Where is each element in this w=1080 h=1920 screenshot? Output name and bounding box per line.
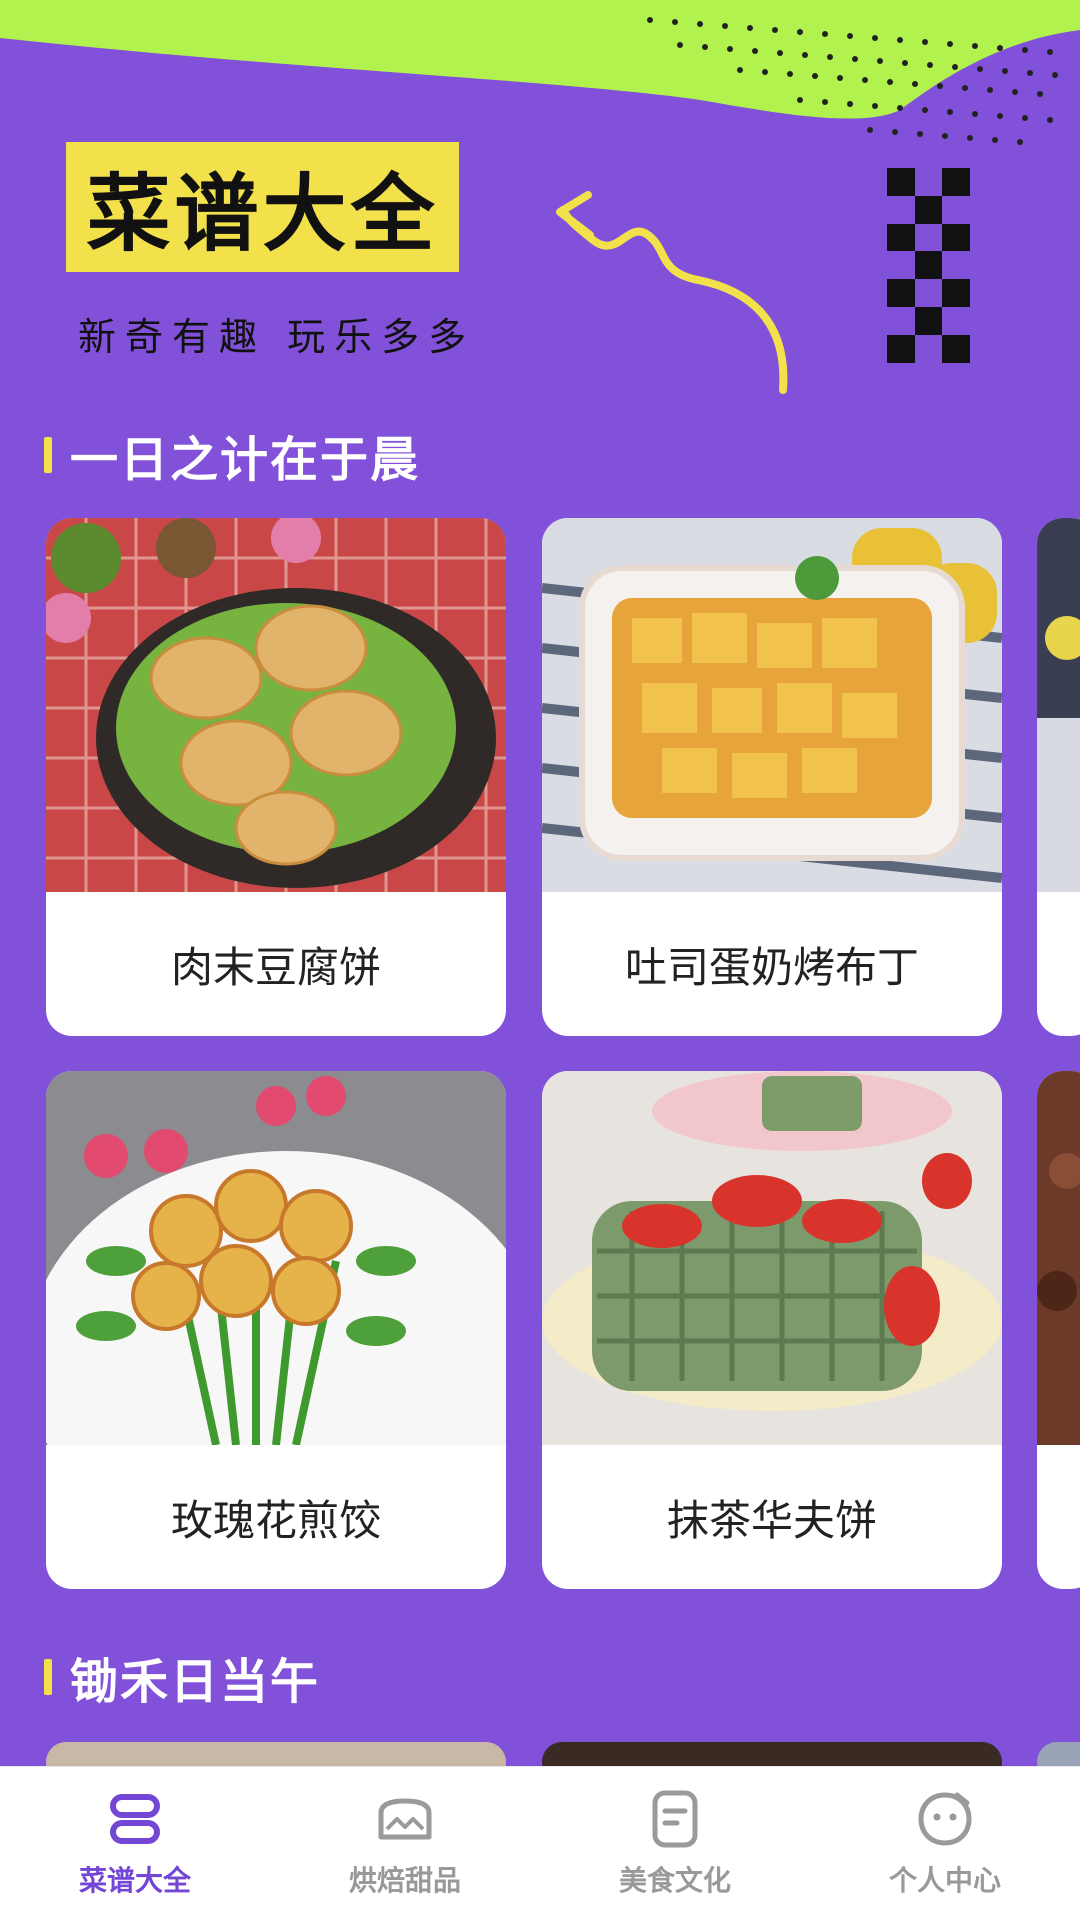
tab-label: 菜谱大全 [78, 1864, 191, 1897]
section-title-text: 一日之计在于晨 [70, 432, 421, 488]
recipe-photo [542, 1071, 1002, 1445]
tab-bakery[interactable]: 烘焙甜品 [270, 1767, 540, 1899]
profile-face-icon [918, 1792, 972, 1846]
logo-text: 菜谱大全 [86, 164, 439, 263]
section-title-morning: 一日之计在于晨 [44, 420, 420, 490]
section-marker [44, 437, 52, 473]
tab-label: 个人中心 [888, 1864, 1001, 1897]
recipe-name: 肉末豆腐饼 [170, 942, 381, 992]
recipe-name: 抹茶华夫饼 [666, 1495, 877, 1545]
tagline: 新奇有趣 玩乐多多 [78, 315, 476, 359]
section-title-noon: 锄禾日当午 [44, 1642, 320, 1712]
recipe-photo [46, 1071, 506, 1445]
recipe-card-rose-dumplings[interactable]: 玫瑰花煎饺 [46, 1071, 506, 1589]
section-marker [44, 1659, 52, 1695]
recipe-photo [46, 518, 506, 892]
tab-profile[interactable]: 个人中心 [810, 1767, 1080, 1899]
bakery-icon [378, 1798, 432, 1840]
recipe-card-toast-pudding[interactable]: 吐司蛋奶烤布丁 [542, 518, 1002, 1036]
squiggle-arrow-icon [556, 191, 788, 394]
section-title-text: 锄禾日当午 [70, 1654, 321, 1710]
recipe-card-peek[interactable] [1037, 1071, 1080, 1589]
app-logo: 菜谱大全 [66, 142, 459, 272]
recipe-name: 玫瑰花煎饺 [170, 1495, 381, 1545]
bottom-tab-bar: 菜谱大全 烘焙甜品 美食文化 个人中心 [0, 1766, 1080, 1920]
tab-recipes[interactable]: 菜谱大全 [0, 1767, 270, 1899]
recipe-card-peek[interactable] [1037, 518, 1080, 1036]
tab-label: 烘焙甜品 [348, 1864, 461, 1897]
recipe-photo [542, 518, 1002, 892]
tab-food-culture[interactable]: 美食文化 [540, 1767, 810, 1899]
top-decor-band [0, 0, 1080, 150]
app-screen: 菜谱大全 新奇有趣 玩乐多多 一日之计在于晨 肉末豆腐饼 吐司蛋奶烤布丁 玫瑰花… [0, 0, 1080, 1920]
document-icon [652, 1790, 698, 1848]
tab-label: 美食文化 [618, 1864, 731, 1897]
recipes-icon [110, 1794, 160, 1844]
recipe-card-matcha-waffle[interactable]: 抹茶华夫饼 [542, 1071, 1002, 1589]
recipe-card-tofu-patties[interactable]: 肉末豆腐饼 [46, 518, 506, 1036]
recipe-name: 吐司蛋奶烤布丁 [624, 942, 919, 992]
checker-pattern-icon [887, 168, 970, 363]
